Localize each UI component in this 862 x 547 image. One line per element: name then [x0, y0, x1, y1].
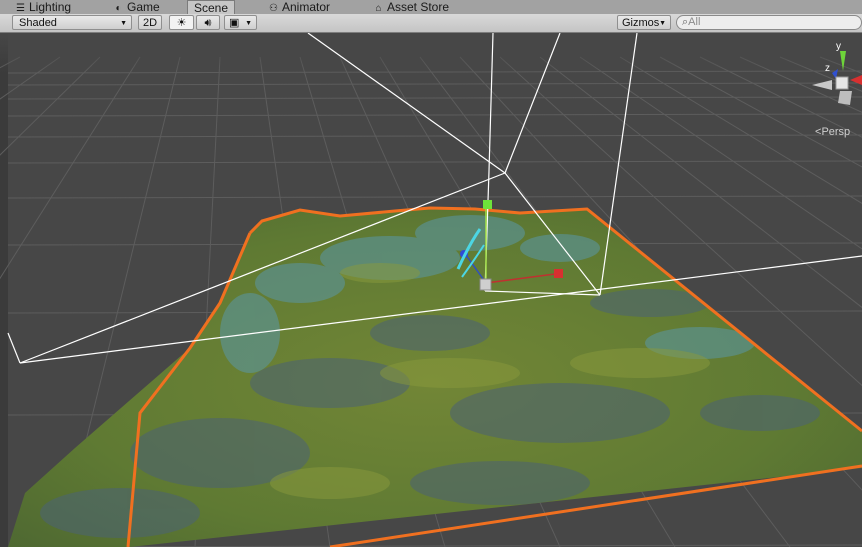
scene-toolbar: Shaded ▼ 2D ☀ 🔊︎ ▣ ▼ Gizmos ▼ ⌕All [0, 14, 862, 33]
scene-viewport[interactable]: y z [0, 33, 862, 547]
gizmo-x-handle[interactable] [554, 269, 563, 278]
gizmos-dropdown[interactable]: Gizmos ▼ [617, 15, 671, 30]
projection-toggle[interactable]: <Persp [815, 126, 850, 138]
orientation-neg-x-cone[interactable] [812, 80, 832, 90]
scene-audio-toggle[interactable]: 🔊︎ [196, 15, 220, 30]
sun-icon: ☀ [176, 17, 187, 29]
chevron-down-icon: ▼ [245, 20, 252, 27]
search-input[interactable]: ⌕All [676, 15, 862, 30]
gizmo-y-handle[interactable] [483, 200, 492, 209]
tab-animator[interactable]: ⚇ Animator [268, 0, 330, 14]
orientation-center-cube[interactable] [835, 76, 849, 90]
image-icon: ▣ [229, 17, 240, 29]
chevron-down-icon: ▼ [659, 20, 666, 27]
gizmo-center-handle[interactable] [479, 278, 492, 291]
speaker-icon: 🔊︎ [204, 17, 212, 29]
tab-game[interactable]: ◐ Game [113, 0, 159, 14]
terrain[interactable] [0, 183, 862, 547]
tab-asset-store[interactable]: ⌂ Asset Store [373, 0, 449, 14]
horizon-fog [0, 33, 862, 73]
tab-lighting[interactable]: ☰ Lighting [15, 0, 71, 14]
axis-y-label: y [836, 41, 841, 52]
orientation-neg-y-cone[interactable] [838, 91, 852, 105]
chevron-down-icon: ▼ [120, 20, 127, 27]
mode-2d-toggle[interactable]: 2D [138, 15, 162, 30]
scene-effects-dropdown[interactable]: ▣ ▼ [224, 15, 257, 30]
tab-scene[interactable]: Scene [187, 0, 236, 14]
tab-bar: ☰ Lighting ◐ Game Scene ⚇ Animator ⌂ Asset S… [0, 0, 862, 15]
axis-z-label: z [825, 63, 830, 74]
draw-mode-dropdown[interactable]: Shaded ▼ [12, 15, 132, 30]
scene-lighting-toggle[interactable]: ☀ [169, 15, 194, 30]
